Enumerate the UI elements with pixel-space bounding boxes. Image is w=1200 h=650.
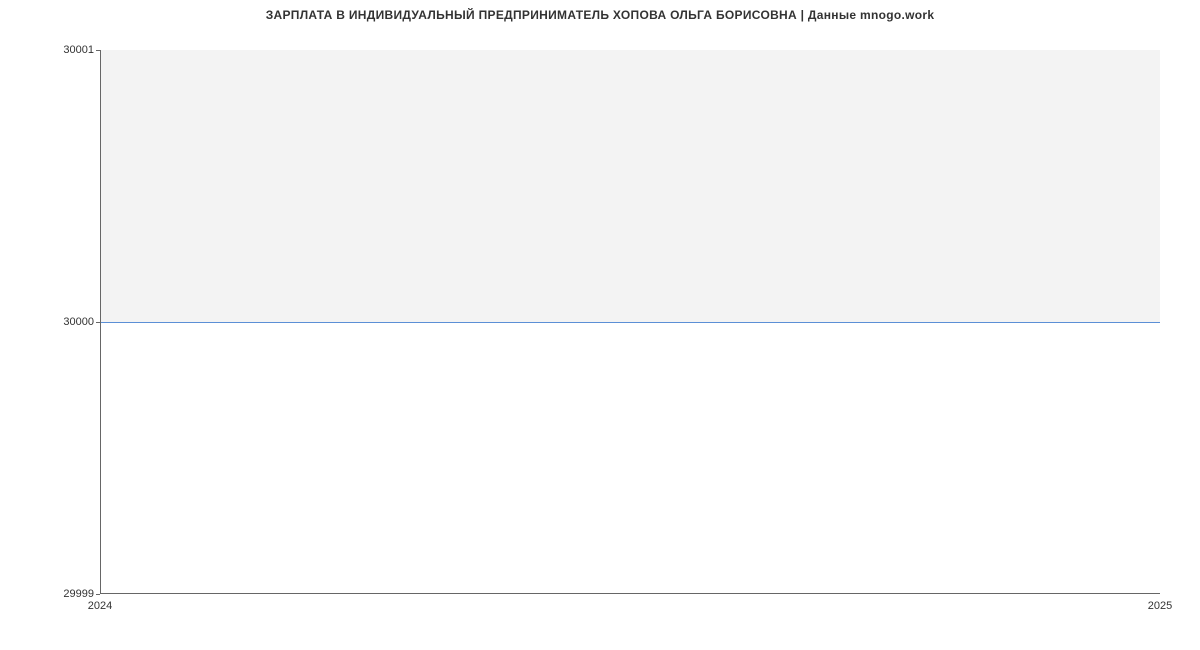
x-tick-label: 2024 [88,600,112,612]
chart-title: ЗАРПЛАТА В ИНДИВИДУАЛЬНЫЙ ПРЕДПРИНИМАТЕЛ… [0,8,1200,22]
y-tick-mark [96,50,100,51]
y-tick-mark [96,594,100,595]
plot-area [100,50,1160,594]
y-tick-label: 30000 [63,316,94,328]
data-line [101,322,1160,323]
y-tick-label: 29999 [63,588,94,600]
area-fill [101,50,1160,322]
y-tick-mark [96,322,100,323]
y-tick-label: 30001 [63,44,94,56]
x-tick-label: 2025 [1148,600,1172,612]
